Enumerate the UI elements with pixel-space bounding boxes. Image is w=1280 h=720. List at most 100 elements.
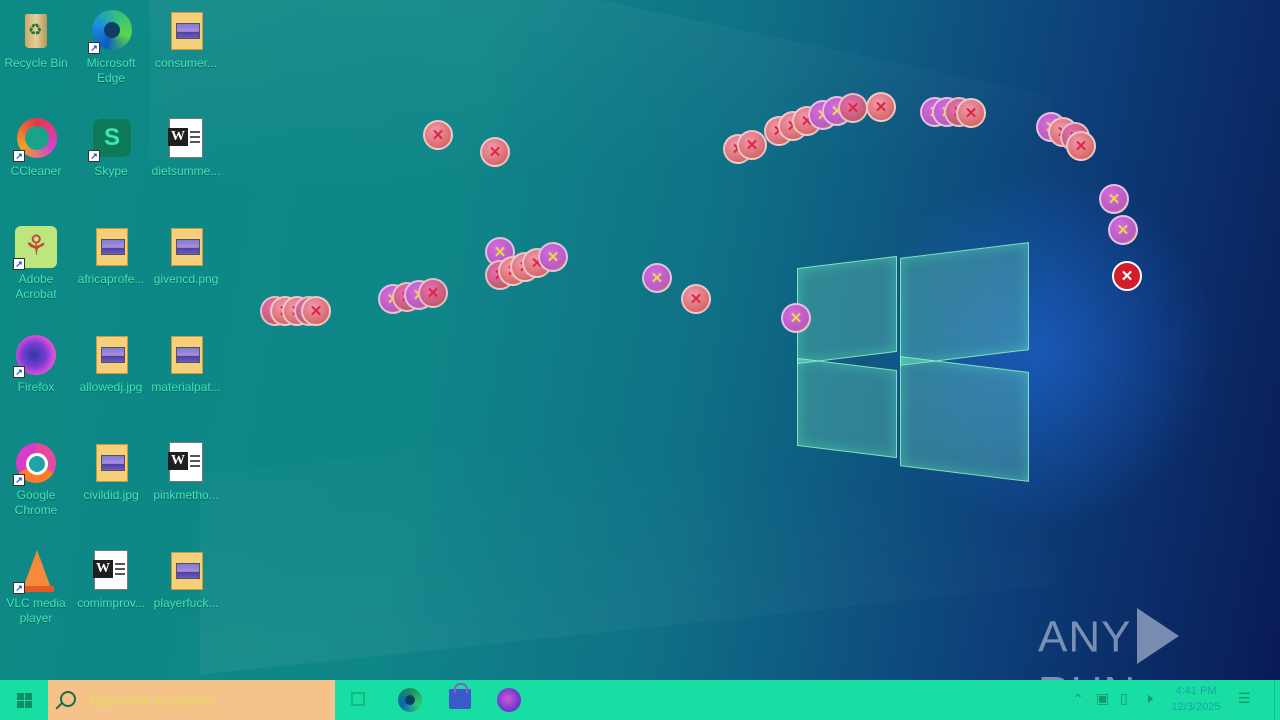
error-icon — [781, 303, 811, 333]
desktop-icon-label: playerfuck... — [153, 596, 219, 610]
word-doc-icon: W — [93, 550, 128, 590]
error-icon — [301, 296, 331, 326]
start-button[interactable] — [0, 680, 48, 720]
network-icon[interactable]: ▣ — [1096, 690, 1109, 707]
desktop-icon-skype[interactable]: S ↗ Skype — [75, 116, 147, 179]
desktop-icon-file[interactable]: W comimprov... — [75, 548, 147, 611]
image-file-icon — [96, 228, 128, 266]
error-icon — [418, 278, 448, 308]
error-icon — [538, 242, 568, 272]
error-icon — [1099, 184, 1129, 214]
error-icon — [737, 130, 767, 160]
image-file-icon — [96, 336, 128, 374]
image-file-icon — [171, 336, 203, 374]
windows-logo-pane — [797, 357, 897, 459]
desktop-icon-label: civildid.jpg — [83, 488, 139, 502]
shortcut-arrow-icon: ↗ — [88, 150, 100, 162]
desktop-icon-file[interactable]: givencd.png — [150, 224, 222, 287]
image-file-icon — [96, 444, 128, 482]
play-icon — [1137, 608, 1180, 664]
shortcut-arrow-icon: ↗ — [13, 474, 25, 486]
desktop-icon-microsoft-edge[interactable]: ↗ Microsoft Edge — [75, 8, 147, 86]
desktop-icon-label: comimprov... — [77, 596, 145, 610]
desktop-icon-recycle-bin[interactable]: Recycle Bin — [0, 8, 72, 71]
shortcut-arrow-icon: ↗ — [13, 150, 25, 162]
desktop-icon-label: africaprofe... — [77, 272, 145, 286]
taskbar-firefox-button[interactable] — [486, 680, 532, 720]
error-icon — [1108, 215, 1138, 245]
desktop-icon-label: materialpat... — [151, 380, 221, 394]
taskbar: Type here to search ⌃ ▣ ▯ 🕨 4:41 PM 12/3… — [0, 680, 1280, 720]
error-icon — [642, 263, 672, 293]
desktop-icon-file[interactable]: materialpat... — [150, 332, 222, 395]
taskbar-clock[interactable]: 4:41 PM 12/3/2025 — [1164, 683, 1228, 715]
desktop-icon-file[interactable]: africaprofe... — [75, 224, 147, 287]
desktop-icon-label: allowedj.jpg — [79, 380, 143, 394]
windows-logo-pane — [900, 242, 1029, 366]
desktop-icon-label: CCleaner — [10, 164, 62, 178]
desktop-icon-file[interactable]: playerfuck... — [150, 548, 222, 611]
desktop-icon-label: VLC media player — [6, 596, 66, 625]
desktop-icon-label: Recycle Bin — [4, 56, 68, 70]
desktop-icon-ccleaner[interactable]: ↗ CCleaner — [0, 116, 72, 179]
system-tray: ⌃ ▣ ▯ 🕨 — [1068, 680, 1164, 720]
desktop-icon-vlc[interactable]: ↗ VLC media player — [0, 548, 72, 626]
word-doc-icon: W — [168, 442, 203, 482]
error-icon — [1066, 131, 1096, 161]
desktop-icon-file[interactable]: W dietsumme... — [150, 116, 222, 179]
error-icon — [681, 284, 711, 314]
edge-icon — [398, 688, 422, 712]
error-icon — [1112, 261, 1142, 291]
desktop-icon-google-chrome[interactable]: ↗ Google Chrome — [0, 440, 72, 518]
desktop-icon-label: Skype — [94, 164, 128, 178]
taskbar-edge-button[interactable] — [387, 680, 433, 720]
recycle-bin-icon — [25, 14, 47, 48]
show-desktop-button[interactable] — [1274, 680, 1280, 720]
taskbar-search-box[interactable]: Type here to search — [48, 680, 335, 720]
firefox-icon — [497, 688, 521, 712]
task-view-icon — [351, 692, 365, 706]
shortcut-arrow-icon: ↗ — [13, 366, 25, 378]
desktop-icon-adobe-acrobat[interactable]: ↗ Adobe Acrobat — [0, 224, 72, 302]
desktop-icon-label: dietsumme... — [151, 164, 221, 178]
store-icon — [449, 683, 471, 709]
windows-logo-pane — [900, 356, 1029, 482]
shortcut-arrow-icon: ↗ — [13, 582, 25, 594]
desktop-icon-label: pinkmetho... — [153, 488, 219, 502]
notification-icon[interactable]: ☰ — [1238, 690, 1256, 708]
chevron-up-icon[interactable]: ⌃ — [1072, 691, 1084, 708]
desktop-icon-file[interactable]: allowedj.jpg — [75, 332, 147, 395]
vlc-icon — [20, 550, 54, 592]
shortcut-arrow-icon: ↗ — [88, 42, 100, 54]
clock-date: 12/3/2025 — [1171, 701, 1221, 713]
error-icon — [956, 98, 986, 128]
error-icon — [480, 137, 510, 167]
error-icon — [866, 92, 896, 122]
desktop-icon-file[interactable]: consumer... — [150, 8, 222, 71]
search-icon — [60, 691, 76, 707]
battery-icon[interactable]: ▯ — [1120, 690, 1128, 707]
desktop-icon-file[interactable]: civildid.jpg — [75, 440, 147, 503]
desktop-icon-firefox[interactable]: ↗ Firefox — [0, 332, 72, 395]
word-doc-icon: W — [168, 118, 203, 158]
taskbar-store-button[interactable] — [437, 680, 483, 720]
image-file-icon — [171, 552, 203, 590]
desktop-icon-label: givencd.png — [153, 272, 219, 286]
error-icon — [838, 93, 868, 123]
windows-logo-pane — [797, 255, 897, 365]
clock-time: 4:41 PM — [1175, 685, 1217, 697]
desktop-icon-label: Microsoft Edge — [86, 56, 136, 85]
error-icon — [423, 120, 453, 150]
volume-icon[interactable]: 🕨 — [1144, 690, 1153, 707]
desktop-icon-file[interactable]: W pinkmetho... — [150, 440, 222, 503]
shortcut-arrow-icon: ↗ — [13, 258, 25, 270]
image-file-icon — [171, 12, 203, 50]
task-view-button[interactable] — [337, 680, 383, 720]
desktop-icon-label: Google Chrome — [14, 488, 58, 517]
windows-start-icon — [17, 693, 24, 700]
desktop-icon-label: Firefox — [17, 380, 55, 394]
desktop-icon-label: Adobe Acrobat — [15, 272, 57, 301]
image-file-icon — [171, 228, 203, 266]
search-placeholder: Type here to search — [88, 692, 212, 708]
desktop-icon-label: consumer... — [154, 56, 218, 70]
